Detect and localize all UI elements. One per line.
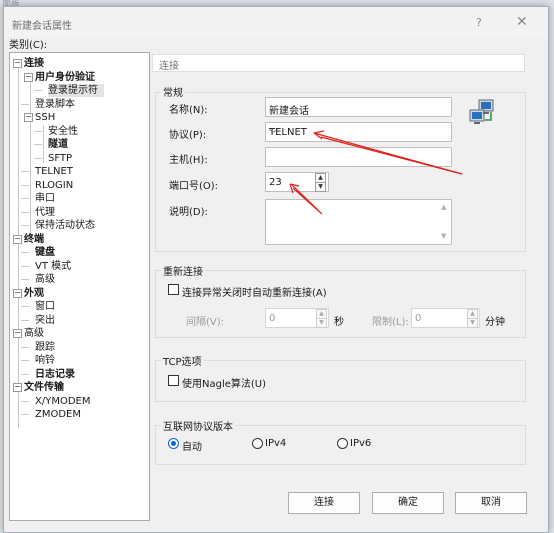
interval-label: 间隔(V): (186, 317, 225, 328)
ip-auto-radio[interactable] (168, 438, 179, 449)
limit-field-value: 0 (415, 313, 422, 324)
ipv6-radio[interactable] (337, 438, 348, 449)
ipv4-radio[interactable] (252, 438, 263, 449)
ipv4-label: IPv4 (265, 438, 287, 449)
interval-decrement[interactable]: ▼ (316, 318, 327, 328)
auto-reconnect-checkbox[interactable] (168, 284, 179, 295)
minutes-unit: 分钟 (485, 317, 505, 328)
nagle-checkbox[interactable] (168, 375, 179, 386)
cancel-button[interactable]: 取消 (455, 492, 527, 514)
interval-field-value: 0 (269, 313, 276, 324)
tcp-group-title: TCP选项 (161, 353, 204, 368)
auto-reconnect-label: 连接异常关闭时自动重新连接(A) (182, 288, 327, 299)
reconnect-group-title: 重新连接 (161, 263, 205, 278)
limit-decrement[interactable]: ▼ (467, 318, 478, 328)
ip-auto-label: 自动 (182, 442, 202, 453)
connect-button[interactable]: 连接 (288, 492, 360, 514)
ipv6-label: IPv6 (350, 438, 372, 449)
nagle-label: 使用Nagle算法(U) (182, 379, 267, 390)
ok-button[interactable]: 确定 (372, 492, 444, 514)
limit-label: 限制(L): (372, 317, 409, 328)
ip-version-group-title: 互联网协议版本 (161, 418, 235, 433)
seconds-unit: 秒 (334, 317, 344, 328)
